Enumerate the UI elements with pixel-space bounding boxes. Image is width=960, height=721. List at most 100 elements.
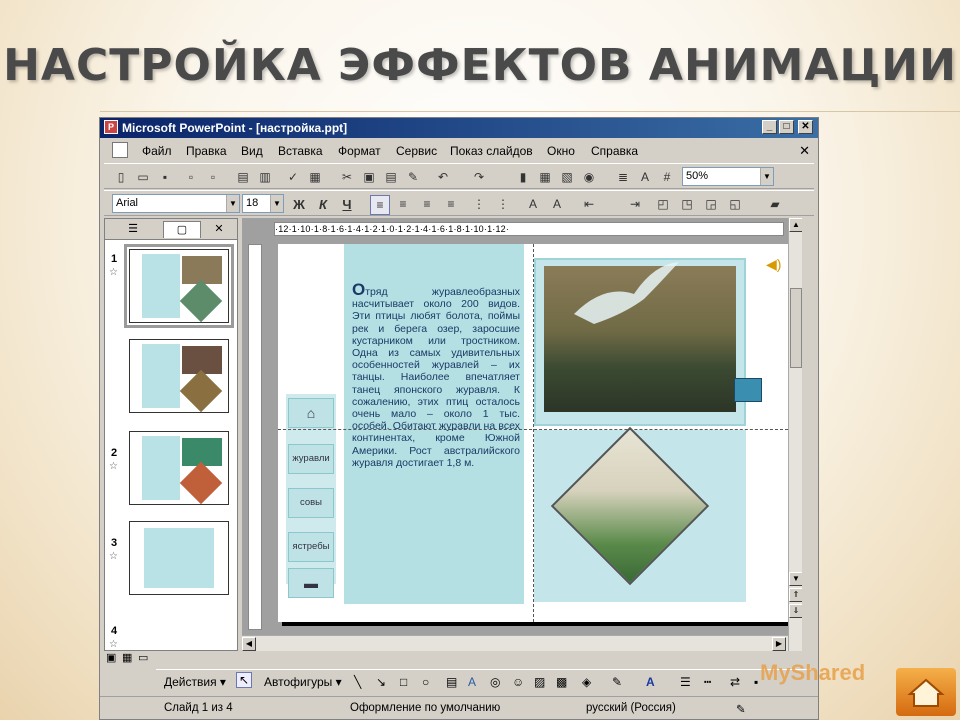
bold-button[interactable]: Ж	[290, 195, 308, 213]
outline-tab-icon[interactable]: ☰	[115, 221, 151, 237]
menu-window[interactable]: Окно	[547, 144, 575, 158]
zoom-select[interactable]: 50% ▼	[682, 167, 774, 186]
increase-indent-icon[interactable]: ⇥	[626, 195, 644, 213]
window-titlebar[interactable]: P Microsoft PowerPoint - [настройка.ppt]…	[100, 118, 818, 138]
scroll-down-icon[interactable]: ▼	[789, 572, 802, 586]
print-icon[interactable]: ▤	[234, 168, 252, 186]
expand-all-icon[interactable]: ≣	[614, 168, 632, 186]
menu-insert[interactable]: Вставка	[278, 144, 323, 158]
scroll-right-icon[interactable]: ▶	[772, 637, 786, 651]
arrow-style-icon[interactable]: ⇄	[730, 675, 740, 689]
diagram-icon[interactable]: ◎	[490, 675, 500, 689]
vertical-ruler[interactable]	[248, 244, 262, 630]
insert-image-icon[interactable]: ▩	[556, 675, 567, 689]
dash-style-icon[interactable]: ┅	[704, 675, 711, 689]
align-center-icon[interactable]: ≡	[394, 195, 412, 213]
scroll-up-icon[interactable]: ▲	[789, 218, 802, 232]
print-preview-icon[interactable]: ▥	[256, 168, 274, 186]
font-color-icon[interactable]: A	[646, 675, 655, 689]
textbox-icon[interactable]: ▤	[446, 675, 457, 689]
oval-icon[interactable]: ○	[422, 675, 429, 689]
font-size-select[interactable]: 18 ▼	[242, 194, 284, 213]
slideshow-icon[interactable]: ▭	[138, 651, 148, 664]
slide-sorter-icon[interactable]: ▦	[122, 651, 132, 664]
minimize-button[interactable]: _	[762, 120, 777, 134]
actions-menu[interactable]: Действия ▾	[164, 675, 226, 689]
copy-icon[interactable]: ▣	[360, 168, 378, 186]
menu-file[interactable]: Файл	[142, 144, 172, 158]
undo-icon[interactable]: ↶	[434, 168, 452, 186]
justify-icon[interactable]: ≡	[442, 195, 460, 213]
menu-tools[interactable]: Сервис	[396, 144, 437, 158]
vertical-guide[interactable]	[533, 244, 534, 622]
underline-button[interactable]: Ч	[338, 195, 356, 213]
bring-forward-icon[interactable]: ◳	[678, 195, 696, 213]
line-icon[interactable]: ╲	[354, 675, 361, 689]
insert-diagram-icon[interactable]: ◉	[580, 168, 598, 186]
select-pointer-icon[interactable]: ↖	[236, 672, 253, 688]
line-color-icon[interactable]: ✎	[612, 675, 622, 689]
crop-icon[interactable]: ◰	[654, 195, 672, 213]
email-icon[interactable]: ▫	[204, 168, 222, 186]
nav-button-cranes[interactable]: журавли	[288, 444, 334, 474]
menu-slideshow[interactable]: Показ слайдов	[450, 144, 533, 158]
insert-table-icon[interactable]: ▦	[536, 168, 554, 186]
line-style-icon[interactable]: ☰	[680, 675, 691, 689]
nav-button-owls[interactable]: совы	[288, 488, 334, 518]
send-backward-icon[interactable]: ◲	[702, 195, 720, 213]
picture-icon[interactable]: ▨	[534, 675, 545, 689]
numbering-icon[interactable]: ⋮	[470, 195, 488, 213]
horizontal-scrollbar[interactable]: ◀ ▶	[242, 635, 788, 651]
fill-color-icon[interactable]: ▰	[766, 195, 784, 213]
slide-thumbnail-2[interactable]	[129, 339, 229, 413]
rectangle-icon[interactable]: □	[400, 675, 407, 689]
research-icon[interactable]: ▦	[306, 168, 324, 186]
cranes-text-box[interactable]: Отряд журавлеобразных насчитывает около …	[352, 281, 520, 469]
open-icon[interactable]: ▭	[134, 168, 152, 186]
slide-thumbnail-4[interactable]	[129, 521, 229, 595]
document-close-icon[interactable]: ✕	[799, 143, 810, 159]
home-nav-icon[interactable]: ⌂	[288, 398, 334, 428]
arrow-icon[interactable]: ↘	[376, 675, 386, 689]
chevron-down-icon[interactable]: ▼	[760, 168, 773, 185]
italic-button[interactable]: К	[314, 195, 332, 213]
movie-clip-icon[interactable]	[734, 378, 762, 402]
insert-chart-icon[interactable]: ▮	[514, 168, 532, 186]
redo-icon[interactable]: ↷	[470, 168, 488, 186]
chevron-down-icon[interactable]: ▼	[270, 195, 283, 212]
slides-tab-icon[interactable]: ▢	[163, 221, 201, 238]
close-button[interactable]: ✕	[798, 120, 813, 134]
sound-icon[interactable]: ◀)	[766, 256, 781, 273]
decrease-font-icon[interactable]: A	[548, 195, 566, 213]
document-icon[interactable]	[112, 142, 128, 158]
slide-thumbnail-3[interactable]	[129, 431, 229, 505]
autoshapes-menu[interactable]: Автофигуры ▾	[264, 675, 342, 689]
decrease-indent-icon[interactable]: ⇤	[580, 195, 598, 213]
permission-icon[interactable]: ▫	[182, 168, 200, 186]
slide-canvas[interactable]: ⌂ журавли совы ястребы ▬ Отряд журавлеоб…	[278, 244, 788, 622]
panel-close-icon[interactable]: ✕	[209, 221, 229, 237]
slide-thumbnail-1[interactable]	[124, 244, 234, 328]
previous-slide-icon[interactable]: ⇑	[789, 588, 802, 602]
clipart-icon[interactable]: ☺	[512, 675, 524, 689]
chevron-down-icon[interactable]: ▼	[226, 195, 239, 212]
save-icon[interactable]: ▪	[156, 168, 174, 186]
horizontal-ruler[interactable]: ·12·1·10·1·8·1·6·1·4·1·2·1·0·1·2·1·4·1·6…	[274, 222, 784, 236]
vertical-scrollbar[interactable]: ▲ ▼ ⇑ ⇓	[788, 218, 802, 651]
menu-edit[interactable]: Правка	[186, 144, 227, 158]
normal-view-icon[interactable]: ▣	[106, 651, 116, 664]
align-right-icon[interactable]: ≡	[418, 195, 436, 213]
tables-borders-icon[interactable]: ▧	[558, 168, 576, 186]
align-left-icon[interactable]: ≡	[370, 195, 390, 215]
next-slide-icon[interactable]: ⇓	[789, 604, 802, 618]
spelling-icon[interactable]: ✓	[284, 168, 302, 186]
show-formatting-icon[interactable]: A	[636, 168, 654, 186]
menu-help[interactable]: Справка	[591, 144, 638, 158]
menu-view[interactable]: Вид	[241, 144, 263, 158]
cut-icon[interactable]: ✂	[338, 168, 356, 186]
group-icon[interactable]: ◱	[726, 195, 744, 213]
format-painter-icon[interactable]: ✎	[404, 168, 422, 186]
paste-icon[interactable]: ▤	[382, 168, 400, 186]
font-select[interactable]: Arial ▼	[112, 194, 240, 213]
nav-button-hawks[interactable]: ястребы	[288, 532, 334, 562]
